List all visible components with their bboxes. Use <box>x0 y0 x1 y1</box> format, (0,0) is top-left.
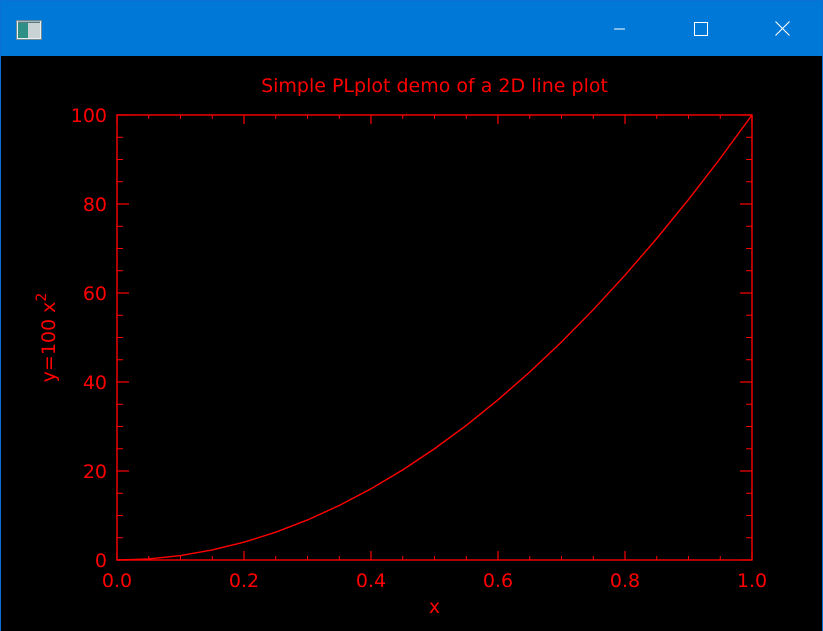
data-point <box>179 554 182 557</box>
data-point <box>529 371 531 373</box>
data-point <box>719 157 721 159</box>
data-point <box>560 341 563 343</box>
x-tick-label: 0.8 <box>610 570 640 592</box>
x-tick-label: 0.0 <box>102 570 132 592</box>
data-point <box>402 469 404 471</box>
line-chart: 0.0 0.2 0.4 0.6 0.8 1.0 0 20 40 60 80 100 Simple PLp… <box>34 75 767 618</box>
minimize-button[interactable] <box>585 1 655 56</box>
y-axis-label-superscript: 2 <box>34 293 50 302</box>
minimize-icon <box>614 23 626 35</box>
y-axis-label-main: y=100 x <box>38 302 60 383</box>
app-window-icon[interactable] <box>16 20 42 40</box>
data-point <box>465 424 467 426</box>
data-point <box>433 448 436 450</box>
plot-canvas: 0.0 0.2 0.4 0.6 0.8 1.0 0 20 40 60 80 100 Simple PLp… <box>1 56 822 631</box>
data-point <box>656 237 658 240</box>
data-point <box>624 274 626 276</box>
x-tick-label: 0.6 <box>483 570 513 592</box>
x-tick-label: 1.0 <box>737 570 767 592</box>
data-point <box>306 519 309 521</box>
series-line <box>116 114 753 561</box>
data-point <box>687 198 690 201</box>
x-tick-label: 0.2 <box>229 570 259 592</box>
y-tick-label: 40 <box>83 372 107 394</box>
data-point <box>338 504 340 507</box>
maximize-icon <box>694 21 708 36</box>
maximize-button[interactable] <box>666 1 736 56</box>
y-tick-label: 0 <box>95 550 107 572</box>
data-point <box>211 549 213 551</box>
chart-title: Simple PLplot demo of a 2D line plot <box>261 75 608 97</box>
data-point <box>751 114 753 116</box>
y-axis-label: y=100 x2 <box>34 293 60 383</box>
data-point <box>370 488 372 490</box>
y-tick-label: 100 <box>71 105 107 127</box>
x-tick-label: 0.4 <box>356 570 386 592</box>
close-button[interactable] <box>747 1 817 56</box>
y-tick-label: 60 <box>83 283 107 305</box>
close-icon <box>774 21 790 36</box>
data-point <box>148 558 150 560</box>
data-point <box>497 399 499 401</box>
x-axis-label: x <box>429 596 440 618</box>
y-tick-label: 20 <box>83 461 107 483</box>
data-point <box>275 531 277 533</box>
plot-frame <box>116 114 753 561</box>
y-tick-label: 80 <box>83 194 107 216</box>
data-point <box>592 309 594 311</box>
app-window: 0.0 0.2 0.4 0.6 0.8 1.0 0 20 40 60 80 100 Simple PLp… <box>0 0 823 631</box>
title-bar[interactable] <box>1 1 822 56</box>
data-point <box>243 541 245 543</box>
data-point <box>116 559 118 561</box>
